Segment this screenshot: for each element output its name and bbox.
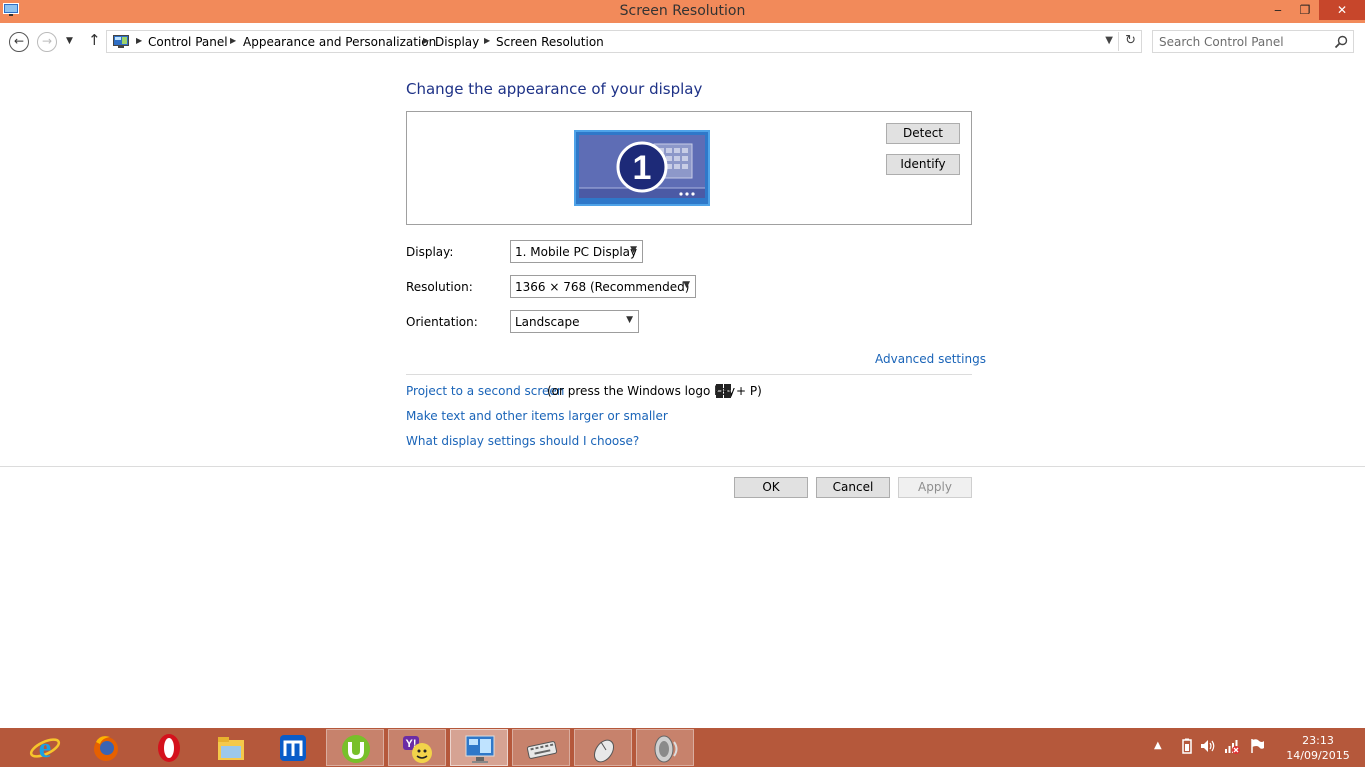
speaker-icon <box>654 735 678 763</box>
orientation-value: Landscape <box>515 315 580 329</box>
firefox-icon <box>94 736 118 761</box>
taskbar-maxthon[interactable] <box>264 729 322 766</box>
taskbar-screen-resolution[interactable] <box>450 729 508 766</box>
orientation-label: Orientation: <box>406 315 478 329</box>
breadcrumb-control-panel[interactable]: Control Panel <box>148 35 228 49</box>
resolution-value: 1366 × 768 (Recommended) <box>515 280 690 294</box>
minimize-button[interactable]: ‒ <box>1265 0 1291 20</box>
refresh-icon: ↻ <box>1125 33 1136 48</box>
breadcrumb-separator-icon: ▶ <box>136 36 143 45</box>
search-box[interactable] <box>1152 30 1354 53</box>
clock-date: 14/09/2015 <box>1286 749 1350 762</box>
back-button[interactable]: ← <box>9 32 29 52</box>
breadcrumb-screen-resolution[interactable]: Screen Resolution <box>496 35 604 49</box>
orientation-select[interactable]: Landscape ▼ <box>510 310 639 333</box>
display-select[interactable]: 1. Mobile PC Display ▼ <box>510 240 643 263</box>
internet-explorer-icon: e <box>29 733 61 764</box>
taskbar-yahoo-messenger[interactable]: Y! <box>388 729 446 766</box>
breadcrumb-display[interactable]: Display <box>435 35 479 49</box>
monitor-arrangement-panel: 1 Detect Identify <box>406 111 972 225</box>
show-hidden-icons-button[interactable]: ▲ <box>1154 740 1162 751</box>
taskbar-utorrent[interactable] <box>326 729 384 766</box>
taskbar: e Y! ▲ 23:13 14/09/2015 <box>0 728 1365 767</box>
svg-text:e: e <box>39 733 51 764</box>
monitor-1-icon[interactable]: 1 <box>574 130 710 206</box>
opera-icon <box>158 734 180 762</box>
search-icon[interactable] <box>1334 35 1348 49</box>
recent-locations-button[interactable]: ▼ <box>66 36 73 46</box>
project-second-screen-link[interactable]: Project to a second screen <box>406 384 564 398</box>
taskbar-clock[interactable]: 23:13 14/09/2015 <box>1280 733 1356 763</box>
taskbar-opera[interactable] <box>140 729 198 766</box>
network-disconnected-icon[interactable] <box>1224 738 1240 754</box>
chevron-down-icon: ▼ <box>630 245 637 255</box>
maxthon-icon <box>280 735 306 761</box>
keyboard-icon <box>526 741 558 759</box>
clock-time: 23:13 <box>1302 734 1334 747</box>
detect-button[interactable]: Detect <box>886 123 960 144</box>
advanced-settings-link[interactable]: Advanced settings <box>875 352 986 366</box>
refresh-button[interactable]: ↻ <box>1125 33 1136 48</box>
breadcrumb-separator-icon: ▶ <box>484 36 491 45</box>
windows-logo-icon <box>716 384 731 398</box>
forward-button[interactable]: → <box>37 32 57 52</box>
breadcrumb-appearance[interactable]: Appearance and Personalization <box>243 35 436 49</box>
chevron-up-icon: ▲ <box>1154 740 1162 751</box>
cancel-button[interactable]: Cancel <box>816 477 890 498</box>
section-divider <box>406 374 972 375</box>
chevron-down-icon: ▼ <box>683 280 690 290</box>
project-hint-text: (or press the Windows logo key <box>547 384 736 398</box>
footer-divider <box>0 466 1365 467</box>
taskbar-file-explorer[interactable] <box>202 729 260 766</box>
taskbar-internet-explorer[interactable]: e <box>16 729 74 766</box>
action-center-flag-icon[interactable] <box>1249 738 1265 754</box>
address-divider <box>1118 32 1119 51</box>
apply-button[interactable]: Apply <box>898 477 972 498</box>
taskbar-firefox[interactable] <box>77 729 135 766</box>
search-input[interactable] <box>1159 34 1329 49</box>
utorrent-icon <box>342 735 370 763</box>
mouse-icon <box>593 739 615 763</box>
chevron-down-icon: ▼ <box>626 315 633 325</box>
display-label: Display: <box>406 245 454 259</box>
breadcrumb-separator-icon: ▶ <box>423 36 430 45</box>
up-button[interactable]: ↑ <box>88 31 101 49</box>
taskbar-keyboard[interactable] <box>512 729 570 766</box>
breadcrumb-separator-icon: ▶ <box>230 36 237 45</box>
ok-button[interactable]: OK <box>734 477 808 498</box>
project-hint-key: + P) <box>736 384 762 398</box>
chevron-down-icon: ▼ <box>66 36 73 46</box>
taskbar-mouse[interactable] <box>574 729 632 766</box>
screen-resolution-icon <box>465 735 495 763</box>
arrow-left-icon: ← <box>13 34 25 48</box>
window-title: Screen Resolution <box>619 3 746 19</box>
yahoo-messenger-icon: Y! <box>403 736 432 763</box>
resolution-select[interactable]: 1366 × 768 (Recommended) ▼ <box>510 275 696 298</box>
title-bar: Screen Resolution ‒ ❐ ✕ <box>0 0 1365 23</box>
volume-icon[interactable] <box>1200 738 1216 754</box>
monitor-number: 1 <box>633 149 652 187</box>
battery-icon[interactable] <box>1179 738 1195 754</box>
address-bar[interactable]: ▶ Control Panel ▶ Appearance and Persona… <box>106 30 1142 53</box>
file-explorer-icon <box>218 737 244 760</box>
chevron-down-icon: ▼ <box>1105 35 1113 46</box>
display-help-link[interactable]: What display settings should I choose? <box>406 434 639 448</box>
resolution-label: Resolution: <box>406 280 473 294</box>
arrow-right-icon: → <box>41 34 53 48</box>
identify-button[interactable]: Identify <box>886 154 960 175</box>
text-size-link[interactable]: Make text and other items larger or smal… <box>406 409 668 423</box>
taskbar-speaker[interactable] <box>636 729 694 766</box>
arrow-up-icon: ↑ <box>88 31 101 49</box>
address-dropdown-button[interactable]: ▼ <box>1105 35 1113 46</box>
close-button[interactable]: ✕ <box>1319 0 1365 20</box>
display-value: 1. Mobile PC Display <box>515 245 638 259</box>
control-panel-icon <box>113 35 129 48</box>
maximize-button[interactable]: ❐ <box>1292 0 1318 20</box>
page-heading: Change the appearance of your display <box>406 80 703 98</box>
